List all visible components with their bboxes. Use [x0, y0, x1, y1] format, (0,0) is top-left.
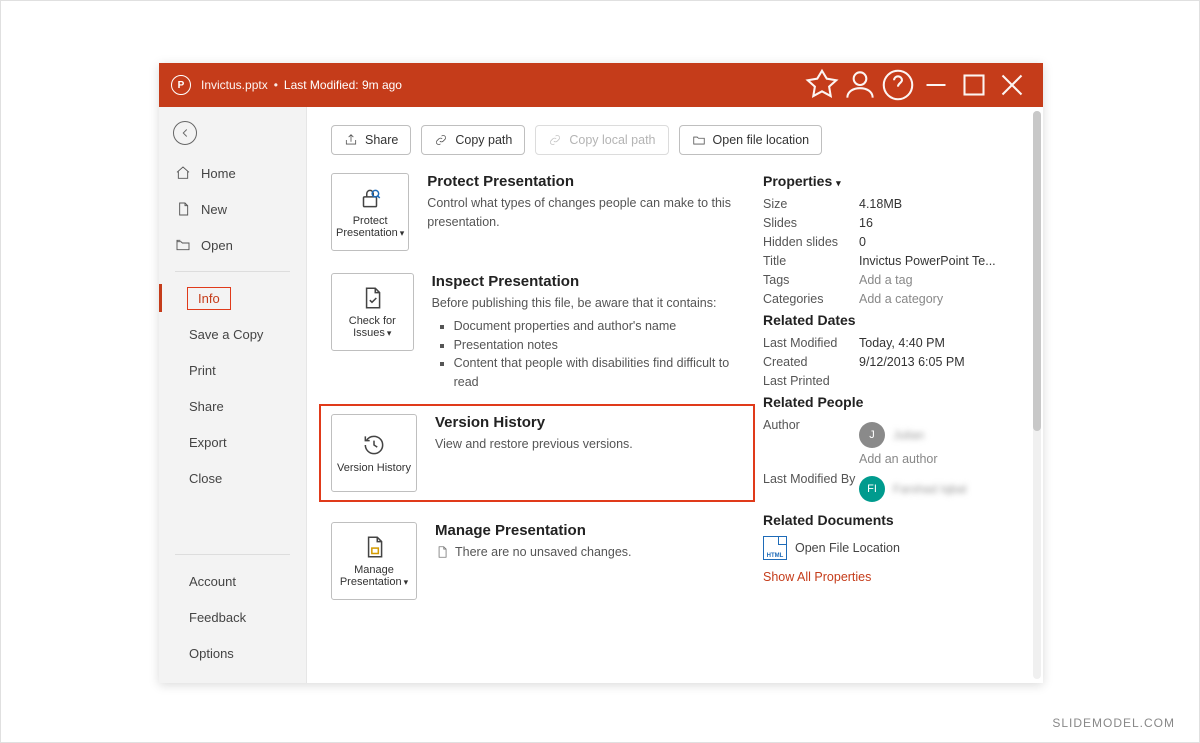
help-icon[interactable]	[879, 63, 917, 107]
backstage-window: P Invictus.pptx • Last Modified: 9m ago …	[159, 63, 1043, 683]
version-history-tile[interactable]: Version History	[331, 414, 417, 492]
related-dates-heading: Related Dates	[763, 312, 1013, 328]
title-value[interactable]: Invictus PowerPoint Te...	[859, 254, 1013, 268]
nav-export[interactable]: Export	[159, 424, 306, 460]
nav-open[interactable]: Open	[159, 227, 306, 263]
manage-heading: Manage Presentation	[435, 522, 632, 539]
filename: Invictus.pptx	[201, 78, 268, 92]
last-modified-label: Last Modified: 9m ago	[284, 78, 402, 92]
nav-info[interactable]: Info	[159, 280, 306, 316]
titlebar: P Invictus.pptx • Last Modified: 9m ago	[159, 63, 1043, 107]
nav-share[interactable]: Share	[159, 388, 306, 424]
nav-save-copy[interactable]: Save a Copy	[159, 316, 306, 352]
back-button[interactable]	[173, 121, 197, 145]
copy-path-button[interactable]: Copy path	[421, 125, 525, 155]
show-all-properties[interactable]: Show All Properties	[763, 570, 871, 584]
backstage-sidebar: Home New Open Info Save a Copy Print Sha…	[159, 107, 307, 683]
version-history-heading: Version History	[435, 414, 633, 431]
nav-print[interactable]: Print	[159, 352, 306, 388]
add-author[interactable]: Add an author	[859, 452, 1013, 466]
author-person[interactable]: J Julian	[859, 422, 1013, 448]
protect-heading: Protect Presentation	[427, 173, 743, 190]
avatar: J	[859, 422, 885, 448]
properties-panel: Properties ▾ Size4.18MB Slides16 Hidden …	[763, 173, 1013, 622]
avatar: FI	[859, 476, 885, 502]
manage-presentation-section: Manage Presentation▾ Manage Presentation…	[331, 522, 743, 600]
nav-options[interactable]: Options	[159, 635, 306, 671]
inspect-presentation-section: Check for Issues▾ Inspect Presentation B…	[331, 273, 743, 392]
share-button[interactable]: Share	[331, 125, 411, 155]
related-documents-heading: Related Documents	[763, 512, 1013, 528]
open-file-location-link[interactable]: HTML Open File Location	[763, 536, 1013, 560]
nav-new[interactable]: New	[159, 191, 306, 227]
copy-local-path-button: Copy local path	[535, 125, 668, 155]
version-history-highlight: Version History Version History View and…	[319, 404, 755, 502]
inspect-heading: Inspect Presentation	[432, 273, 743, 290]
info-toolbar: Share Copy path Copy local path Open fil…	[331, 125, 1013, 155]
maximize-button[interactable]	[955, 63, 993, 107]
scrollbar-thumb[interactable]	[1033, 111, 1041, 431]
powerpoint-icon: P	[171, 75, 191, 95]
nav-home[interactable]: Home	[159, 155, 306, 191]
main-panel: Share Copy path Copy local path Open fil…	[307, 107, 1043, 683]
related-people-heading: Related People	[763, 394, 1013, 410]
watermark: SLIDEMODEL.COM	[1052, 716, 1175, 730]
nav-close[interactable]: Close	[159, 460, 306, 496]
close-button[interactable]	[993, 63, 1031, 107]
nav-account[interactable]: Account	[159, 563, 306, 599]
open-file-location-button[interactable]: Open file location	[679, 125, 823, 155]
premium-icon[interactable]	[803, 63, 841, 107]
account-icon[interactable]	[841, 63, 879, 107]
properties-heading[interactable]: Properties ▾	[763, 173, 1013, 189]
minimize-button[interactable]	[917, 63, 955, 107]
nav-feedback[interactable]: Feedback	[159, 599, 306, 635]
manage-presentation-tile[interactable]: Manage Presentation▾	[331, 522, 417, 600]
add-tag[interactable]: Add a tag	[859, 273, 1013, 287]
html-file-icon: HTML	[763, 536, 787, 560]
last-modified-by-person[interactable]: FI Farshad Iqbal	[859, 476, 1013, 502]
add-category[interactable]: Add a category	[859, 292, 1013, 306]
check-for-issues-tile[interactable]: Check for Issues▾	[331, 273, 414, 351]
protect-presentation-section: Protect Presentation▾ Protect Presentati…	[331, 173, 743, 251]
protect-presentation-tile[interactable]: Protect Presentation▾	[331, 173, 409, 251]
